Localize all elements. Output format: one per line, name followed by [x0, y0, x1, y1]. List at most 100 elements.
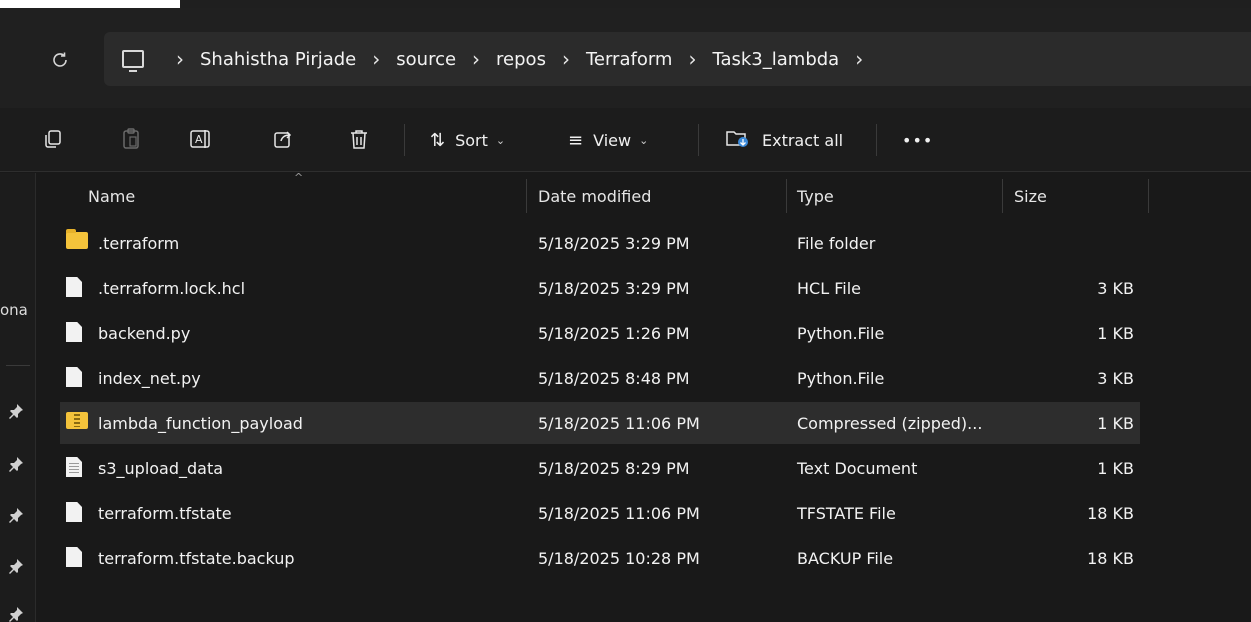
file-size: 3 KB — [1097, 278, 1134, 298]
file-type: Text Document — [797, 458, 918, 478]
chevron-right-icon[interactable]: › — [562, 47, 570, 71]
more-options-button[interactable]: ••• — [902, 124, 933, 156]
pin-icon[interactable] — [8, 606, 24, 622]
delete-icon[interactable] — [346, 126, 372, 152]
file-row[interactable]: s3_upload_data 5/18/2025 8:29 PM Text Do… — [60, 447, 1140, 489]
file-type: BACKUP File — [797, 548, 894, 568]
column-divider[interactable] — [526, 179, 527, 213]
file-size: 18 KB — [1087, 503, 1134, 523]
share-icon[interactable] — [270, 126, 296, 152]
breadcrumb-item-task3-lambda[interactable]: Task3_lambda — [712, 49, 839, 70]
column-divider[interactable] — [1002, 179, 1003, 213]
refresh-icon[interactable] — [46, 46, 74, 74]
toolbar-separator — [698, 124, 699, 156]
toolbar-separator — [404, 124, 405, 156]
paste-icon[interactable] — [118, 126, 144, 152]
file-date: 5/18/2025 3:29 PM — [538, 233, 690, 253]
file-row[interactable]: .terraform.lock.hcl 5/18/2025 3:29 PM HC… — [60, 267, 1140, 309]
file-date: 5/18/2025 3:29 PM — [538, 278, 690, 298]
breadcrumb-item-repos[interactable]: repos — [496, 49, 546, 70]
pin-icon[interactable] — [8, 403, 24, 423]
file-date: 5/18/2025 11:06 PM — [538, 503, 700, 523]
column-header-name[interactable]: Name — [88, 173, 135, 219]
chevron-right-icon[interactable]: › — [372, 47, 380, 71]
view-label: View — [593, 130, 632, 150]
file-row[interactable]: .terraform 5/18/2025 3:29 PM File folder — [60, 222, 1140, 264]
file-type: File folder — [797, 233, 876, 253]
chevron-right-icon[interactable]: › — [472, 47, 480, 71]
toolbar-separator — [876, 124, 877, 156]
rename-icon[interactable]: A — [188, 126, 214, 152]
sort-indicator-icon: ^ — [294, 171, 304, 184]
file-row-selected[interactable]: lambda_function_payload 5/18/2025 11:06 … — [60, 402, 1140, 444]
file-name: terraform.tfstate — [98, 503, 232, 523]
sort-button[interactable]: ⇅ Sort ⌄ — [430, 124, 505, 156]
folder-icon — [66, 229, 88, 249]
sort-icon: ⇅ — [430, 129, 446, 151]
file-row[interactable]: index_net.py 5/18/2025 8:48 PM Python.Fi… — [60, 357, 1140, 399]
file-date: 5/18/2025 8:48 PM — [538, 368, 690, 388]
copy-icon[interactable] — [40, 126, 66, 152]
pin-icon[interactable] — [8, 507, 24, 527]
file-icon — [66, 547, 82, 567]
column-header-date[interactable]: Date modified — [538, 173, 651, 219]
more-icon: ••• — [902, 130, 934, 150]
file-name: .terraform.lock.hcl — [98, 278, 246, 298]
file-icon — [66, 322, 82, 342]
command-bar: A ⇅ Sort ⌄ ≡ View ⌄ Extract all ••• — [0, 108, 1251, 172]
view-button[interactable]: ≡ View ⌄ — [568, 124, 648, 156]
file-size: 1 KB — [1097, 458, 1134, 478]
file-size: 18 KB — [1087, 548, 1134, 568]
breadcrumb-item-terraform[interactable]: Terraform — [586, 49, 673, 70]
nav-divider — [6, 365, 30, 366]
nav-item-fragment[interactable]: ona — [0, 301, 28, 319]
text-file-icon — [66, 457, 82, 477]
file-size: 3 KB — [1097, 368, 1134, 388]
file-icon — [66, 277, 82, 297]
svg-text:A: A — [195, 133, 203, 146]
file-icon — [66, 367, 82, 387]
file-name: .terraform — [98, 233, 180, 253]
extract-all-button[interactable]: Extract all — [726, 124, 843, 156]
pin-icon[interactable] — [8, 558, 24, 578]
file-date: 5/18/2025 11:06 PM — [538, 413, 700, 433]
breadcrumb: › Shahistha Pirjade › source › repos › T… — [160, 47, 879, 71]
sort-label: Sort — [455, 130, 488, 150]
file-type: HCL File — [797, 278, 861, 298]
file-row[interactable]: backend.py 5/18/2025 1:26 PM Python.File… — [60, 312, 1140, 354]
file-size: 1 KB — [1097, 413, 1134, 433]
file-icon — [66, 502, 82, 522]
file-name: index_net.py — [98, 368, 201, 388]
window-top-strip — [0, 0, 1251, 8]
file-type: Python.File — [797, 368, 885, 388]
view-icon: ≡ — [568, 129, 584, 151]
column-divider[interactable] — [1148, 179, 1149, 213]
zip-folder-icon — [66, 412, 88, 429]
breadcrumb-item-user[interactable]: Shahistha Pirjade — [200, 49, 356, 70]
file-name: s3_upload_data — [98, 458, 224, 478]
column-header-type[interactable]: Type — [797, 173, 834, 219]
breadcrumb-item-source[interactable]: source — [396, 49, 456, 70]
file-row[interactable]: terraform.tfstate.backup 5/18/2025 10:28… — [60, 537, 1140, 579]
file-date: 5/18/2025 8:29 PM — [538, 458, 690, 478]
chevron-down-icon: ⌄ — [639, 133, 649, 147]
this-pc-icon[interactable] — [122, 50, 144, 72]
tab-strip — [180, 0, 1251, 8]
address-bar-area: › Shahistha Pirjade › source › repos › T… — [0, 8, 1251, 108]
file-type: Python.File — [797, 323, 885, 343]
file-type: Compressed (zipped)... — [797, 413, 983, 433]
chevron-right-icon[interactable]: › — [855, 47, 863, 71]
file-row[interactable]: terraform.tfstate 5/18/2025 11:06 PM TFS… — [60, 492, 1140, 534]
file-type: TFSTATE File — [797, 503, 896, 523]
chevron-right-icon[interactable]: › — [688, 47, 696, 71]
file-size: 1 KB — [1097, 323, 1134, 343]
chevron-right-icon[interactable]: › — [176, 47, 184, 71]
file-name: lambda_function_payload — [98, 413, 303, 433]
column-header-size[interactable]: Size — [1014, 173, 1047, 219]
pin-icon[interactable] — [8, 456, 24, 476]
column-divider[interactable] — [786, 179, 787, 213]
extract-icon — [726, 128, 750, 152]
extract-all-label: Extract all — [762, 130, 844, 150]
chevron-down-icon: ⌄ — [495, 133, 506, 147]
address-field[interactable]: › Shahistha Pirjade › source › repos › T… — [104, 32, 1251, 86]
